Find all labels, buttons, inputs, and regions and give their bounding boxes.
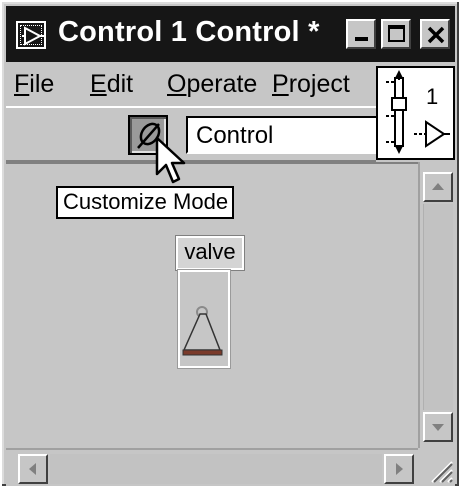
vi-window: Control 1 Control * File Edit Operate Pr… bbox=[0, 0, 461, 488]
arrow-up-icon bbox=[432, 183, 444, 190]
valve-icon bbox=[182, 306, 223, 356]
arrow-right-icon bbox=[396, 463, 403, 475]
connector-number: 1 bbox=[426, 84, 438, 109]
minimize-icon bbox=[355, 37, 368, 41]
title-bar[interactable]: Control 1 Control * bbox=[6, 6, 455, 62]
vertical-scrollbar[interactable] bbox=[418, 162, 455, 448]
close-button[interactable] bbox=[420, 19, 450, 49]
resize-grip-icon bbox=[431, 461, 453, 483]
toolbar: Control bbox=[6, 106, 376, 162]
window-title: Control 1 Control * bbox=[58, 16, 320, 48]
scroll-down-button[interactable] bbox=[423, 412, 453, 442]
indicator-icon bbox=[414, 120, 450, 148]
arrow-left-icon bbox=[29, 463, 36, 475]
customize-mode-tooltip: Customize Mode bbox=[56, 186, 235, 219]
menu-project[interactable]: Project bbox=[272, 70, 350, 99]
scroll-up-button[interactable] bbox=[423, 172, 453, 202]
menu-file[interactable]: File bbox=[14, 70, 54, 99]
vertical-scroll-track[interactable] bbox=[423, 204, 453, 410]
size-grip[interactable] bbox=[418, 448, 455, 486]
scroll-left-button[interactable] bbox=[18, 454, 48, 484]
edit-mode-field[interactable]: Control bbox=[186, 116, 376, 154]
scroll-right-button[interactable] bbox=[384, 454, 414, 484]
minimize-button[interactable] bbox=[346, 19, 376, 49]
menu-operate[interactable]: Operate bbox=[167, 70, 257, 99]
horizontal-scroll-track[interactable] bbox=[50, 454, 382, 484]
valve-control[interactable] bbox=[177, 269, 231, 369]
maximize-button[interactable] bbox=[381, 19, 411, 49]
close-icon bbox=[427, 26, 445, 44]
front-panel[interactable]: Customize Mode valve bbox=[6, 162, 418, 448]
connector-pane[interactable]: 1 bbox=[376, 66, 455, 160]
horizontal-scrollbar[interactable] bbox=[6, 448, 418, 486]
mouse-cursor-icon bbox=[155, 136, 186, 184]
menu-bar: File Edit Operate Project bbox=[6, 62, 376, 106]
slider-icon bbox=[386, 70, 407, 154]
arrow-down-icon bbox=[432, 424, 444, 431]
valve-control-label[interactable]: valve bbox=[175, 235, 245, 271]
labview-app-icon[interactable] bbox=[16, 21, 46, 49]
maximize-icon bbox=[388, 25, 405, 42]
menu-edit[interactable]: Edit bbox=[90, 70, 133, 99]
